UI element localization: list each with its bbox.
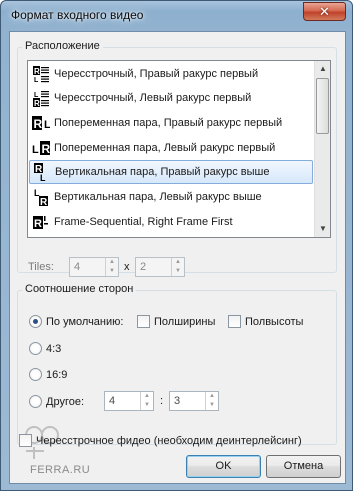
interlaced-left-first-icon: L R (32, 89, 50, 108)
svg-text:L: L (44, 119, 50, 131)
list-scrollbar[interactable]: ▲ ▼ (314, 61, 330, 237)
radio-16-9-label: 16:9 (46, 368, 68, 381)
tiles-y-spinner[interactable]: 2 ▲ ▼ (135, 257, 185, 277)
checkbox-half-width-label: Полширины (154, 315, 216, 328)
list-item-vertical-right-above[interactable]: R L Вертикальная пара, Правый ракурс выш… (29, 160, 313, 184)
spin-down-icon[interactable]: ▼ (141, 401, 153, 410)
svg-text:L: L (34, 92, 39, 99)
other-height-spinner[interactable]: 3 ▲ ▼ (169, 391, 219, 411)
other-height-value: 3 (174, 395, 181, 407)
watermark-text: FERRA.RU (30, 464, 91, 476)
checkbox-half-height-label: Полвысоты (245, 315, 304, 328)
list-item-label: Вертикальная пара, Левый ракурс выше (54, 191, 262, 203)
alternating-right-first-icon: R L (32, 114, 51, 132)
list-item-label: Чересстрочный, Правый ракурс первый (54, 68, 259, 80)
svg-text:L: L (32, 144, 39, 156)
layout-group: Расположение R L Чересстрочный, Правый р… (17, 40, 337, 277)
scroll-up-icon[interactable]: ▲ (315, 61, 331, 77)
list-item-label: Frame-Sequential, Right Frame First (54, 216, 233, 228)
checkbox[interactable] (19, 434, 32, 447)
other-width-value: 4 (109, 395, 116, 407)
other-separator: : (160, 395, 164, 407)
list-item-label: Попеременная пара, Правый ракурс первый (54, 117, 283, 129)
list-item-label: Чересстрочный, Левый ракурс первый (54, 92, 252, 104)
svg-text:R: R (40, 197, 48, 206)
close-icon: ✕ (319, 4, 330, 19)
scroll-thumb[interactable] (316, 78, 329, 134)
svg-text:R: R (42, 142, 51, 156)
svg-text:R: R (34, 99, 40, 107)
aspect-ratio-group-label: Соотношение сторон (22, 283, 137, 295)
tiles-y-value: 2 (140, 261, 147, 273)
other-height-arrows: ▲ ▼ (205, 392, 218, 410)
scroll-down-icon[interactable]: ▼ (315, 221, 331, 237)
window-title: Формат входного видео (11, 8, 144, 22)
radio-button[interactable] (29, 342, 42, 355)
dialog-client-area: Расположение R L Чересстрочный, Правый р… (9, 31, 346, 484)
checkbox[interactable] (228, 315, 241, 328)
tiles-x-arrows: ▲ ▼ (105, 258, 118, 276)
tiles-y-arrows: ▲ ▼ (171, 258, 184, 276)
list-item-label: Попеременная пара, Левый ракурс первый (54, 142, 276, 154)
spin-up-icon[interactable]: ▲ (206, 392, 218, 401)
interlaced-video-checkbox[interactable]: Чересстрочное фидео (необходим деинтерле… (19, 434, 302, 447)
tiles-label: Tiles: (28, 261, 54, 273)
frame-sequential-icon: R (32, 213, 50, 231)
interlaced-video-label: Чересстрочное фидео (необходим деинтерле… (36, 434, 302, 447)
radio-4-3[interactable]: 4:3 (29, 342, 61, 355)
alternating-left-first-icon: L R (32, 139, 51, 157)
title-bar[interactable]: Формат входного видео ✕ (1, 1, 352, 31)
tiles-separator: x (124, 261, 130, 273)
list-item-frame-sequential[interactable]: R Frame-Sequential, Right Frame First (29, 210, 313, 234)
list-item-alternating-left-first[interactable]: L R Попеременная пара, Левый ракурс перв… (29, 136, 313, 160)
radio-other[interactable]: Другое: (29, 395, 84, 408)
interlaced-right-first-icon: R L (32, 65, 50, 84)
layout-listbox[interactable]: R L Чересстрочный, Правый ракурс первый (27, 60, 331, 238)
checkbox-half-height[interactable]: Полвысоты (228, 315, 303, 328)
cancel-button[interactable]: Отмена (266, 455, 341, 478)
spin-up-icon[interactable]: ▲ (106, 258, 118, 267)
checkbox[interactable] (137, 315, 150, 328)
spin-down-icon[interactable]: ▼ (206, 401, 218, 410)
radio-16-9[interactable]: 16:9 (29, 368, 67, 381)
svg-text:R: R (34, 117, 43, 131)
radio-4-3-label: 4:3 (46, 342, 62, 355)
list-item-vertical-left-above[interactable]: L R Вертикальная пара, Левый ракурс выше (29, 185, 313, 209)
radio-default-label: По умолчанию: (46, 315, 124, 328)
other-width-arrows: ▲ ▼ (140, 392, 153, 410)
vertical-right-above-icon: R L (33, 163, 51, 183)
radio-button[interactable] (29, 368, 42, 381)
spin-up-icon[interactable]: ▲ (172, 258, 184, 267)
layout-group-label: Расположение (22, 40, 103, 52)
radio-other-label: Другое: (46, 395, 85, 408)
svg-text:L: L (40, 173, 46, 181)
spin-down-icon[interactable]: ▼ (172, 267, 184, 276)
list-item-alternating-right-first[interactable]: R L Попеременная пара, Правый ракурс пер… (29, 111, 313, 135)
close-button[interactable]: ✕ (303, 2, 346, 21)
vertical-left-above-icon: L R (32, 188, 50, 208)
list-item-interlaced-left-first[interactable]: L R Чересстрочный, Левый ракурс первый (29, 86, 313, 110)
tiles-x-spinner[interactable]: 4 ▲ ▼ (69, 257, 119, 277)
radio-button[interactable] (29, 315, 42, 328)
ferra-watermark-logo (25, 426, 59, 459)
radio-default[interactable]: По умолчанию: (29, 315, 123, 328)
ok-button[interactable]: OK (186, 455, 261, 478)
radio-button[interactable] (29, 395, 42, 408)
tiles-x-value: 4 (74, 261, 81, 273)
svg-text:R: R (34, 218, 42, 230)
svg-text:R: R (34, 67, 40, 76)
checkbox-half-width[interactable]: Полширины (137, 315, 215, 328)
svg-text:L: L (34, 77, 39, 83)
other-width-spinner[interactable]: 4 ▲ ▼ (104, 391, 154, 411)
layout-list-items: R L Чересстрочный, Правый ракурс первый (28, 61, 314, 237)
spin-up-icon[interactable]: ▲ (141, 392, 153, 401)
list-item-interlaced-right-first[interactable]: R L Чересстрочный, Правый ракурс первый (29, 62, 313, 86)
spin-down-icon[interactable]: ▼ (106, 267, 118, 276)
list-item-label: Вертикальная пара, Правый ракурс выше (55, 166, 270, 178)
dialog-window: Формат входного видео ✕ Расположение R L… (0, 0, 353, 491)
